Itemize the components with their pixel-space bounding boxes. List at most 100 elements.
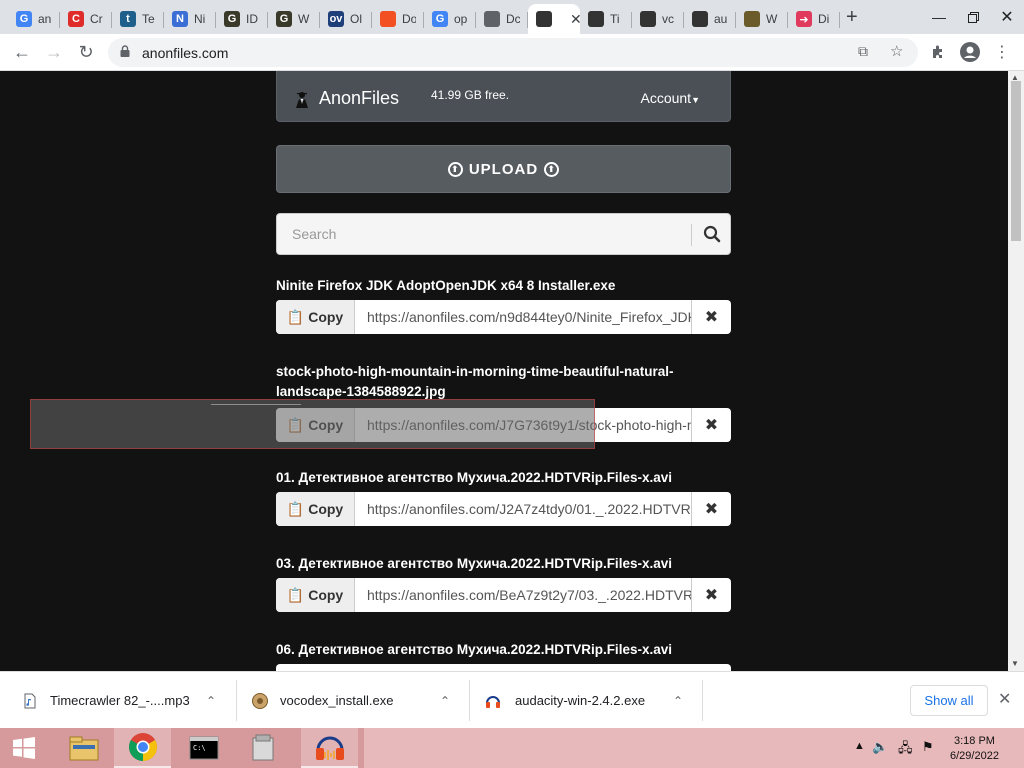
browser-tab[interactable]: Do <box>372 4 424 34</box>
network-icon[interactable]: 🖧 <box>898 739 913 761</box>
menu-kebab-icon[interactable]: ⋮ <box>988 38 1016 66</box>
browser-tab[interactable]: Ti <box>580 4 632 34</box>
action-center-icon[interactable]: ⚑ <box>922 739 934 755</box>
url-text: anonfiles.com <box>142 45 229 61</box>
search-input[interactable] <box>277 214 691 254</box>
scroll-down-icon[interactable]: ▼ <box>1011 659 1019 668</box>
chevron-up-icon[interactable]: ⌃ <box>673 694 683 708</box>
page-scrollbar[interactable]: ▲ ▼ <box>1008 71 1024 671</box>
browser-tab[interactable]: ov Ol <box>320 4 372 34</box>
reload-icon[interactable]: ↻ <box>72 38 100 66</box>
profile-avatar-icon[interactable] <box>956 38 984 66</box>
browser-tab[interactable]: GW <box>268 4 320 34</box>
clock-time: 3:18 PM <box>953 735 995 747</box>
show-all-button[interactable]: Show all <box>910 685 988 716</box>
extensions-puzzle-icon[interactable] <box>924 38 952 66</box>
tab-title: Ti <box>610 12 620 26</box>
forward-icon[interactable]: → <box>40 38 68 66</box>
scrollbar-thumb[interactable] <box>1011 81 1021 241</box>
brand-name: AnonFiles <box>319 88 400 108</box>
browser-tab[interactable]: W <box>736 4 788 34</box>
copy-button[interactable]: 📋Copy <box>276 300 355 334</box>
upload-arrow-icon: ⬆ <box>447 161 463 177</box>
copy-label: Copy <box>308 501 344 517</box>
download-item[interactable]: audacity-win-2.4.2.exe ⌃ <box>469 672 702 729</box>
site-navbar: AnonFiles 41.99 GB free. Account▼ <box>276 71 731 122</box>
system-clock[interactable]: 3:18 PM 6/29/2022 <box>950 734 999 764</box>
remove-icon[interactable]: ✖ <box>691 492 731 526</box>
new-tab-button[interactable]: + <box>846 6 858 29</box>
remove-icon[interactable]: ✖ <box>691 578 731 612</box>
copy-button[interactable]: 📋Copy <box>276 492 355 526</box>
blue-droplet-icon: N <box>172 11 188 27</box>
copy-button[interactable]: 📋Copy <box>276 578 355 612</box>
audacity-icon <box>486 695 500 708</box>
anonfiles-icon <box>536 11 552 27</box>
free-space-text: 41.99 GB free. <box>431 88 510 102</box>
browser-tab[interactable]: G ID <box>216 4 268 34</box>
file-name: stock-photo-high-mountain-in-morning-tim… <box>276 364 674 399</box>
restore-icon[interactable] <box>956 0 990 34</box>
close-icon[interactable]: ✕ <box>998 689 1011 709</box>
minimize-icon[interactable]: — <box>922 0 956 34</box>
search-bar <box>276 213 731 255</box>
browser-tab[interactable]: N Ni <box>164 4 216 34</box>
upload-button[interactable]: ⬆ UPLOAD ⬆ <box>276 145 731 193</box>
red-app-icon: C <box>68 11 84 27</box>
browser-tab[interactable]: t Te <box>112 4 164 34</box>
clipboard-icon: 📋 <box>286 500 305 517</box>
tab-title: Dc <box>506 12 520 26</box>
file-link-row: 📋 Copy https://anonfiles.com/n9d844tey0/N… <box>276 300 731 334</box>
address-bar[interactable]: anonfiles.com ⧉ ☆ <box>108 38 918 67</box>
browser-tab[interactable]: Gop <box>424 4 476 34</box>
download-item[interactable]: vocodex_install.exe ⌃ <box>236 672 469 729</box>
tab-title: Ol <box>350 12 362 26</box>
windows-taskbar: C:\ ▲ 🔈 🖧 ⚑ 3:18 PM 6/29/2022 <box>0 728 1024 768</box>
file-link-field[interactable]: https://anonfiles.com/n9d844tey0/Ninite_… <box>355 300 691 334</box>
download-item[interactable]: Timecrawler 82_-....mp3 ⌃ <box>0 672 236 729</box>
browser-tab[interactable]: Gan <box>8 4 60 34</box>
share-icon[interactable]: ⧉ <box>858 43 868 60</box>
file-link-field[interactable]: https://anonfiles.com/J2A7z4tdy0/01._.20… <box>355 492 691 526</box>
browser-tab[interactable]: vc <box>632 4 684 34</box>
chrome-icon[interactable] <box>114 728 171 768</box>
tab-title: W <box>766 12 778 26</box>
file-name: 03. Детективное агентство Мухича.2022.HD… <box>276 556 672 571</box>
tab-title: an <box>38 12 52 26</box>
start-button[interactable] <box>0 728 48 768</box>
brand-link[interactable]: AnonFiles <box>293 88 399 109</box>
tray-overflow-icon[interactable]: ▲ <box>854 740 865 752</box>
chevron-up-icon[interactable]: ⌃ <box>206 694 216 708</box>
browser-tab[interactable]: ➜ Di <box>788 4 840 34</box>
windows-logo-icon <box>13 737 35 759</box>
installer-app-icon[interactable] <box>234 728 291 768</box>
file-link-row <box>276 664 731 671</box>
anonfiles-icon <box>692 11 708 27</box>
remove-icon[interactable]: ✖ <box>691 300 731 334</box>
google-icon: G <box>432 11 448 27</box>
microsoft-icon <box>380 11 396 27</box>
tab-strip: Gan C Cr t Te N Ni G ID G Wov Ol Do Gop Dc ✕ Ti vc au W ➜ Di … <box>0 0 1024 34</box>
chevron-up-icon[interactable]: ⌃ <box>440 694 450 708</box>
back-icon[interactable]: ← <box>8 38 36 66</box>
audacity-app-icon[interactable] <box>301 728 358 768</box>
browser-tab[interactable]: ✕ <box>528 4 582 34</box>
close-window-icon[interactable]: ✕ <box>990 0 1024 34</box>
browser-tab[interactable]: C Cr <box>60 4 112 34</box>
command-prompt-icon[interactable]: C:\ <box>175 728 232 768</box>
speaker-muted-icon[interactable]: 🔈 <box>872 739 888 755</box>
window-controls: — ✕ <box>922 0 1024 34</box>
clipboard-icon: 📋 <box>286 586 305 603</box>
file-entry: 06. Детективное агентство Мухича.2022.HD… <box>276 640 731 671</box>
caret-down-icon: ▼ <box>691 95 700 105</box>
file-explorer-icon[interactable] <box>55 728 112 768</box>
search-button[interactable] <box>692 214 731 254</box>
copy-label: Copy <box>308 309 344 325</box>
browser-tab[interactable]: au <box>684 4 736 34</box>
svg-text:C:\: C:\ <box>193 744 206 752</box>
browser-tab[interactable]: Dc <box>476 4 528 34</box>
account-dropdown[interactable]: Account▼ <box>640 90 700 106</box>
file-link-field[interactable]: https://anonfiles.com/BeA7z9t2y7/03._.20… <box>355 578 691 612</box>
bookmark-star-icon[interactable]: ☆ <box>890 42 903 60</box>
remove-icon[interactable]: ✖ <box>691 408 731 442</box>
